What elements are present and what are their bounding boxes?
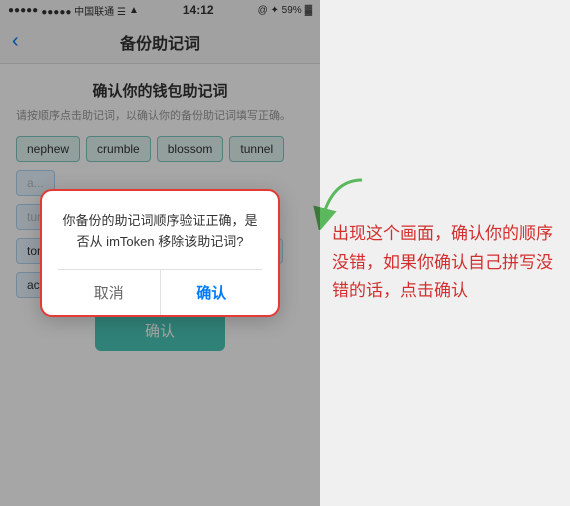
modal-cancel-button[interactable]: 取消	[58, 270, 161, 315]
modal-box: 你备份的助记词顺序验证正确，是否从 imToken 移除该助记词? 取消 确认	[40, 189, 280, 317]
modal-overlay: 你备份的助记词顺序验证正确，是否从 imToken 移除该助记词? 取消 确认	[0, 0, 320, 506]
modal-buttons: 取消 确认	[58, 269, 262, 315]
annotation-panel: 出现这个画面，确认你的顺序没错，如果你确认自己拼写没错的话，点击确认	[320, 0, 570, 506]
modal-confirm-button[interactable]: 确认	[161, 270, 263, 315]
arrow-icon	[312, 170, 372, 230]
phone-screen: ●●●●● ●●●●● 中国联通 ☰ ▲ 14:12 @ ✦ 59% ▓ ‹ 备…	[0, 0, 320, 506]
annotation-text: 出现这个画面，确认你的顺序没错，如果你确认自己拼写没错的话，点击确认	[332, 220, 558, 307]
modal-text: 你备份的助记词顺序验证正确，是否从 imToken 移除该助记词?	[58, 211, 262, 253]
